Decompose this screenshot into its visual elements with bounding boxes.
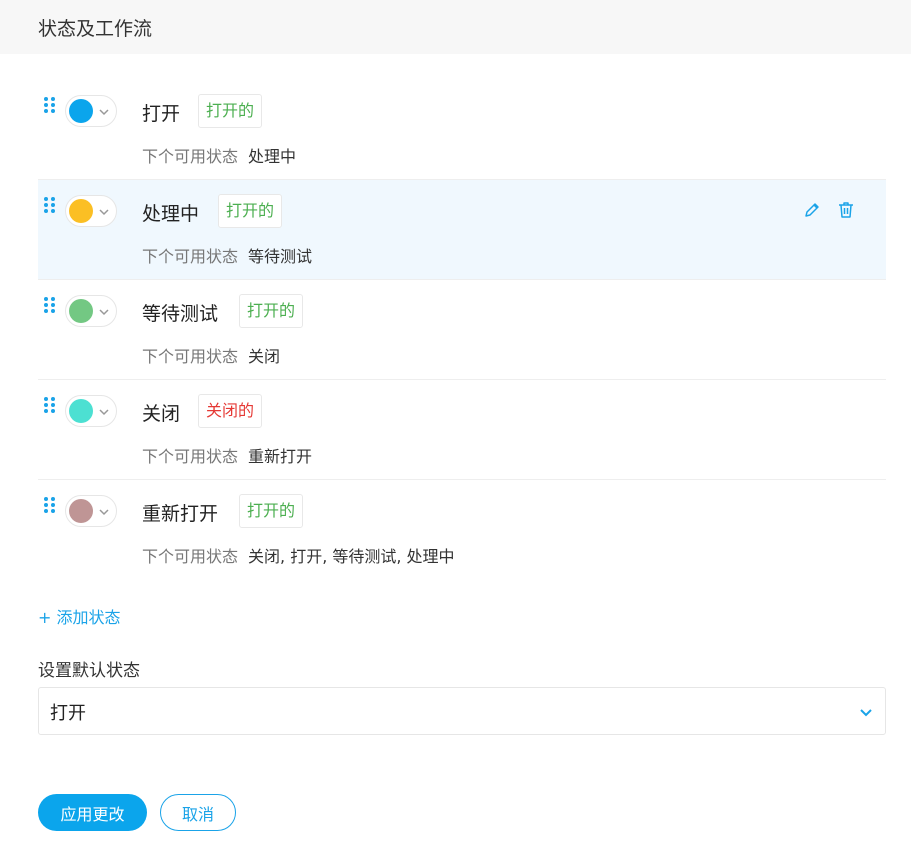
chevron-down-icon [860,709,872,717]
default-status-select[interactable]: 打开 [38,687,886,735]
drag-handle-icon[interactable] [44,497,56,513]
status-category-badge: 关闭的 [198,394,263,428]
default-status-label: 设置默认状态 [38,661,140,681]
color-dot [69,199,93,223]
next-states-value: 等待测试 [248,247,313,266]
color-picker[interactable] [65,95,117,127]
pencil-icon[interactable] [802,200,822,220]
next-states: 下个可用状态 关闭, 打开, 等待测试, 处理中 [142,543,455,567]
next-states-label: 下个可用状态 [142,347,239,366]
next-states: 下个可用状态 等待测试 [142,243,312,267]
next-states-label: 下个可用状态 [142,547,239,566]
next-states-value: 处理中 [248,147,297,166]
row-actions [802,200,856,220]
color-picker[interactable] [65,395,117,427]
color-picker[interactable] [65,195,117,227]
chevron-down-icon [99,409,109,416]
apply-changes-button[interactable]: 应用更改 [38,794,147,831]
status-category-badge: 打开的 [218,194,283,228]
status-name: 关闭 [142,403,181,425]
page-header: 状态及工作流 [0,0,911,54]
status-row-2: 等待测试 打开的 下个可用状态 关闭 [38,280,886,380]
next-states-label: 下个可用状态 [142,447,239,466]
status-name: 重新打开 [142,503,219,525]
color-picker[interactable] [65,295,117,327]
next-states-value: 关闭, 打开, 等待测试, 处理中 [248,547,455,566]
chevron-down-icon [99,109,109,116]
drag-handle-icon[interactable] [44,297,56,313]
default-status-value: 打开 [50,703,86,724]
status-row-0: 打开 打开的 下个可用状态 处理中 [38,80,886,180]
status-name: 打开 [142,103,181,125]
chevron-down-icon [99,509,109,516]
trash-icon[interactable] [836,200,856,220]
status-row-1: 处理中 打开的 下个可用状态 等待测试 [38,180,886,280]
status-category-badge: 打开的 [198,94,263,128]
next-states-value: 关闭 [248,347,281,366]
next-states: 下个可用状态 重新打开 [142,443,312,467]
color-picker[interactable] [65,495,117,527]
status-list: 打开 打开的 下个可用状态 处理中 处理中 打开的 下个可用状态 等待测试 等待测试… [38,80,886,580]
status-row-4: 重新打开 打开的 下个可用状态 关闭, 打开, 等待测试, 处理中 [38,480,886,580]
drag-handle-icon[interactable] [44,197,56,213]
color-dot [69,399,93,423]
add-status-link[interactable]: + 添加状态 [38,604,121,628]
status-row-3: 关闭 关闭的 下个可用状态 重新打开 [38,380,886,480]
status-name: 等待测试 [142,303,219,325]
color-dot [69,299,93,323]
next-states: 下个可用状态 处理中 [142,143,296,167]
chevron-down-icon [99,209,109,216]
chevron-down-icon [99,309,109,316]
color-dot [69,99,93,123]
status-category-badge: 打开的 [239,294,304,328]
next-states-label: 下个可用状态 [142,147,239,166]
status-category-badge: 打开的 [239,494,304,528]
color-dot [69,499,93,523]
next-states: 下个可用状态 关闭 [142,343,280,367]
next-states-value: 重新打开 [248,447,313,466]
drag-handle-icon[interactable] [44,97,56,113]
status-name: 处理中 [142,203,200,225]
next-states-label: 下个可用状态 [142,247,239,266]
page-title: 状态及工作流 [38,18,153,40]
drag-handle-icon[interactable] [44,397,56,413]
cancel-button[interactable]: 取消 [160,794,236,831]
